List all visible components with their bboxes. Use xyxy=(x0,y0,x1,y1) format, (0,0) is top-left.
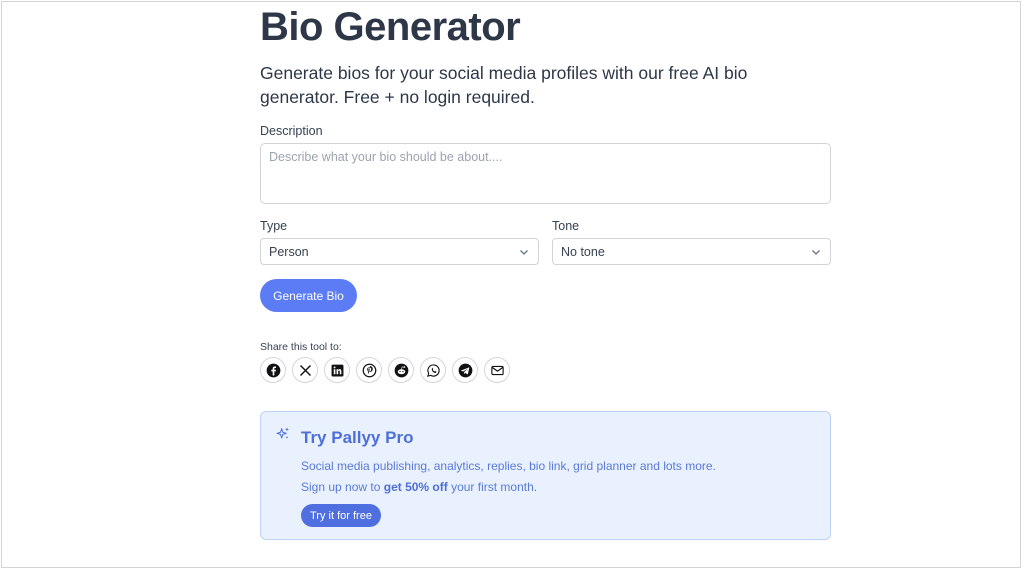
promo-offer-suffix: your first month. xyxy=(447,480,538,494)
chevron-down-icon xyxy=(810,246,822,258)
tone-label: Tone xyxy=(552,219,580,233)
type-label: Type xyxy=(260,219,288,233)
promo-description: Social media publishing, analytics, repl… xyxy=(301,459,716,473)
generate-bio-button[interactable]: Generate Bio xyxy=(260,279,357,312)
share-buttons xyxy=(260,357,510,383)
type-select-value: Person xyxy=(269,244,309,259)
share-linkedin-button[interactable] xyxy=(324,357,350,383)
whatsapp-icon xyxy=(426,363,440,377)
share-telegram-button[interactable] xyxy=(452,357,478,383)
share-pinterest-button[interactable] xyxy=(356,357,382,383)
chevron-down-icon xyxy=(518,246,530,258)
description-label: Description xyxy=(260,124,323,138)
try-it-free-button[interactable]: Try it for free xyxy=(301,504,381,527)
promo-offer-highlight: get 50% off xyxy=(383,480,448,494)
telegram-icon xyxy=(458,363,472,377)
reddit-icon xyxy=(394,363,408,377)
share-x-button[interactable] xyxy=(292,357,318,383)
share-reddit-button[interactable] xyxy=(388,357,414,383)
x-icon xyxy=(299,364,311,376)
facebook-icon xyxy=(266,363,280,377)
share-email-button[interactable] xyxy=(484,357,510,383)
page-title: Bio Generator xyxy=(260,5,521,49)
tone-select[interactable]: No tone xyxy=(552,238,831,265)
pinterest-icon xyxy=(362,363,376,377)
description-input[interactable] xyxy=(260,143,831,204)
share-label: Share this tool to: xyxy=(260,341,342,353)
promo-title: Try Pallyy Pro xyxy=(301,428,414,447)
share-facebook-button[interactable] xyxy=(260,357,286,383)
promo-offer: Sign up now to get 50% off your first mo… xyxy=(301,480,537,494)
page-subtitle: Generate bios for your social media prof… xyxy=(260,63,748,107)
tone-select-value: No tone xyxy=(561,244,605,259)
share-whatsapp-button[interactable] xyxy=(420,357,446,383)
sparkles-icon xyxy=(276,427,289,439)
email-icon xyxy=(490,365,504,375)
linkedin-icon xyxy=(331,364,343,376)
promo-offer-prefix: Sign up now to xyxy=(301,480,384,494)
type-select[interactable]: Person xyxy=(260,238,539,265)
promo-card: Try Pallyy Pro Social media publishing, … xyxy=(260,411,831,540)
